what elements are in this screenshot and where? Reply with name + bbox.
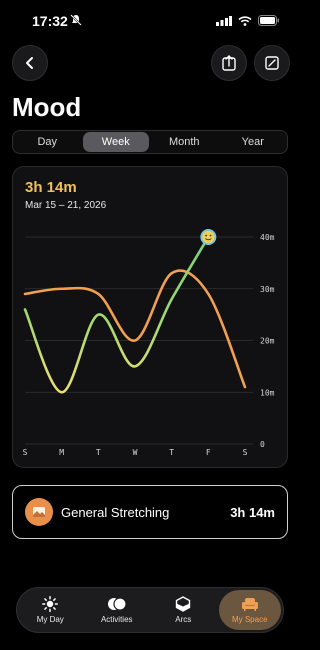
segment-week[interactable]: Week (82, 132, 149, 152)
y-tick-label: 0 (260, 440, 265, 449)
tab-my-day[interactable]: My Day (19, 590, 82, 630)
status-bar: 17:32 (0, 0, 300, 44)
activity-duration: 3h 14m (230, 505, 275, 520)
edit-button[interactable] (254, 45, 290, 81)
segment-day[interactable]: Day (14, 132, 81, 152)
circles-icon (107, 597, 127, 611)
segment-year[interactable]: Year (220, 132, 287, 152)
period-segmented-control: Day Week Month Year (12, 130, 288, 154)
back-button[interactable] (12, 45, 48, 81)
mood-line-chart: 40m 30m 20m 10m 0 S M T W T F S (23, 229, 275, 457)
x-tick-label: T (96, 448, 101, 457)
tab-arcs[interactable]: Arcs (152, 590, 215, 630)
battery-icon (258, 15, 279, 26)
armchair-icon (241, 598, 258, 611)
page-title: Mood (12, 92, 82, 122)
signal-icon (216, 15, 232, 26)
tab-my-space[interactable]: My Space (218, 590, 281, 630)
tab-label: Activities (100, 615, 133, 624)
y-tick-label: 10m (260, 388, 275, 397)
series-line-1 (23, 269, 247, 389)
cube-icon (176, 596, 191, 612)
x-tick-label: S (23, 448, 28, 457)
edit-icon (265, 56, 279, 70)
x-tick-label: S (243, 448, 248, 457)
y-tick-label: 30m (260, 285, 275, 294)
status-icons (216, 15, 280, 26)
tab-bar: My Day Activities Arcs My Space (16, 587, 284, 633)
activity-name: General Stretching (61, 505, 170, 520)
series-line-2 (23, 235, 210, 394)
activity-row[interactable]: General Stretching 3h 14m (12, 485, 288, 539)
sun-icon (42, 596, 59, 612)
wifi-icon (238, 15, 252, 26)
y-tick-label: 40m (260, 233, 275, 242)
x-tick-label: W (133, 448, 138, 457)
x-tick-label: F (206, 448, 211, 457)
share-button[interactable] (211, 45, 247, 81)
mood-chart-card: 3h 14m Mar 15 – 21, 2026 40m 30m 20m 10m 0 S M… (12, 166, 288, 468)
bell-slash-icon (70, 14, 82, 26)
x-tick-label: T (169, 448, 174, 457)
status-time: 17:32 (32, 13, 68, 29)
share-icon (222, 55, 236, 71)
tab-label: My Space (231, 615, 268, 624)
tab-activities[interactable]: Activities (86, 590, 149, 630)
stretching-activity-icon (25, 498, 53, 526)
segment-month[interactable]: Month (151, 132, 218, 152)
tab-label: My Day (36, 615, 64, 624)
chevron-left-icon (26, 57, 33, 69)
y-tick-label: 20m (260, 337, 275, 346)
x-tick-label: M (59, 448, 64, 457)
emoji-marker-icon (200, 229, 217, 245)
tab-label: Arcs (175, 615, 192, 624)
